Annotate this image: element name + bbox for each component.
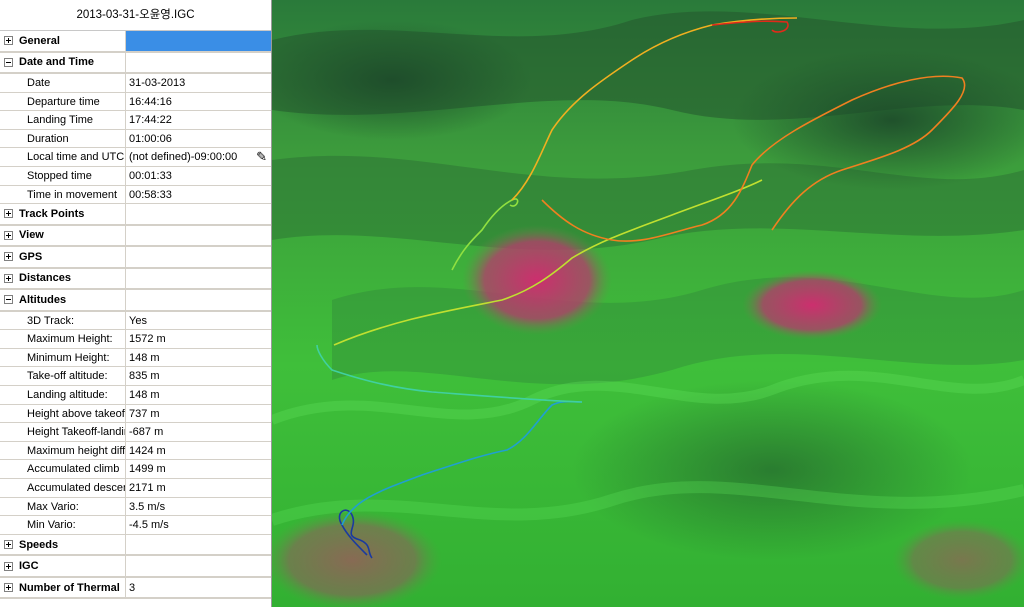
property-key: Height Takeoff-landir xyxy=(0,423,126,441)
expand-icon[interactable] xyxy=(4,583,13,593)
property-row-accumulated-climb[interactable]: Accumulated climb 1499 m xyxy=(0,460,271,479)
collapse-icon[interactable] xyxy=(4,295,13,305)
expand-icon[interactable] xyxy=(4,540,13,550)
property-row-maximum-height-difference[interactable]: Maximum height differ 1424 m xyxy=(0,441,271,461)
category-number-of-thermals[interactable]: Number of Thermal 3 xyxy=(0,577,271,600)
property-row-time-in-movement[interactable]: Time in movement 00:58:33 xyxy=(0,185,271,205)
property-row-max-vario[interactable]: Max Vario: 3.5 m/s xyxy=(0,497,271,517)
category-date-time[interactable]: Date and Time xyxy=(0,52,271,74)
property-row-minimum-height[interactable]: Minimum Height: 148 m xyxy=(0,348,271,368)
property-row-3d-track[interactable]: 3D Track: Yes xyxy=(0,311,271,331)
3d-terrain-view[interactable] xyxy=(272,0,1024,607)
terrain-pink-area xyxy=(462,225,612,335)
expand-icon[interactable] xyxy=(4,36,13,46)
property-key: Height above takeoff xyxy=(0,404,126,423)
category-label: IGC xyxy=(19,560,39,573)
property-value: 3.5 m/s xyxy=(129,500,166,513)
category-altitudes[interactable]: Altitudes xyxy=(0,290,271,312)
property-key: Date xyxy=(0,74,126,92)
property-key: Departure time xyxy=(0,92,126,111)
property-value: 737 m xyxy=(129,407,160,420)
property-key: Landing altitude: xyxy=(0,386,126,404)
property-row-height-above-takeoff[interactable]: Height above takeoff 737 m xyxy=(0,404,271,424)
property-key: Stopped time xyxy=(0,166,126,185)
property-grid: General Date and Time Date 31-03-2013 De… xyxy=(0,31,271,600)
property-value: 00:01:33 xyxy=(129,169,172,182)
property-row-height-takeoff-landing[interactable]: Height Takeoff-landir -687 m xyxy=(0,423,271,442)
property-key: Landing Time xyxy=(0,111,126,129)
property-key: Minimum Height: xyxy=(0,348,126,367)
expand-icon[interactable] xyxy=(4,230,13,240)
category-gps[interactable]: GPS xyxy=(0,247,271,269)
category-label: View xyxy=(19,229,44,242)
property-row-duration[interactable]: Duration 01:00:06 xyxy=(0,129,271,149)
category-general[interactable]: General xyxy=(0,31,271,53)
property-key: Maximum height differ xyxy=(0,441,126,460)
properties-panel: 2013-03-31-오윤영.IGC General Date and Time… xyxy=(0,0,272,607)
property-key: Min Vario: xyxy=(0,516,126,534)
property-row-accumulated-descent[interactable]: Accumulated descen 2171 m xyxy=(0,479,271,498)
property-row-takeoff-altitude[interactable]: Take-off altitude: 835 m xyxy=(0,367,271,387)
property-value: 00:58:33 xyxy=(129,188,172,201)
property-value: Yes xyxy=(129,314,147,327)
property-value: 148 m xyxy=(129,389,160,402)
category-label: Altitudes xyxy=(19,293,67,306)
property-row-landing-altitude[interactable]: Landing altitude: 148 m xyxy=(0,386,271,405)
category-track-points[interactable]: Track Points xyxy=(0,204,271,226)
category-value xyxy=(126,31,271,51)
property-key: Time in movement xyxy=(0,185,126,204)
terrain-canvas[interactable] xyxy=(272,0,1024,607)
terrain-pink-area xyxy=(742,270,882,340)
property-key: Duration xyxy=(0,129,126,148)
panel-title: 2013-03-31-오윤영.IGC xyxy=(0,0,271,31)
property-key: Take-off altitude: xyxy=(0,367,126,386)
property-key: Local time and UTC d xyxy=(0,148,126,166)
property-value: 148 m xyxy=(129,351,160,364)
category-label: GPS xyxy=(19,250,43,263)
property-value: 835 m xyxy=(129,370,160,383)
property-value: 2171 m xyxy=(129,482,166,494)
property-value: 1499 m xyxy=(129,463,166,476)
property-value: 1424 m xyxy=(129,444,166,457)
property-value: 16:44:16 xyxy=(129,95,172,108)
property-row-landing-time[interactable]: Landing Time 17:44:22 xyxy=(0,111,271,130)
category-label: Track Points xyxy=(19,207,85,220)
category-label: Number of Thermal xyxy=(19,581,120,594)
property-key: Maximum Height: xyxy=(0,330,126,348)
category-label: General xyxy=(19,34,60,47)
property-key: Accumulated descen xyxy=(0,479,126,497)
expand-icon[interactable] xyxy=(4,209,13,219)
property-row-departure-time[interactable]: Departure time 16:44:16 xyxy=(0,92,271,112)
category-igc[interactable]: IGC xyxy=(0,556,271,578)
pencil-icon[interactable]: ✎ xyxy=(256,150,267,164)
category-label: Speeds xyxy=(19,538,59,551)
collapse-icon[interactable] xyxy=(4,57,13,67)
category-speeds[interactable]: Speeds xyxy=(0,534,271,557)
category-label: Distances xyxy=(19,272,71,285)
category-label: Date and Time xyxy=(19,56,94,69)
category-distances[interactable]: Distances xyxy=(0,268,271,291)
property-value: (not defined)-09:00:00 xyxy=(129,151,238,164)
property-value: -687 m xyxy=(129,426,164,439)
property-key: 3D Track: xyxy=(0,311,126,330)
property-key: Max Vario: xyxy=(0,497,126,516)
category-view[interactable]: View xyxy=(0,225,271,248)
property-row-stopped-time[interactable]: Stopped time 00:01:33 xyxy=(0,166,271,186)
property-value: -4.5 m/s xyxy=(129,519,169,532)
category-value: 3 xyxy=(129,581,136,594)
property-value: 17:44:22 xyxy=(129,114,172,127)
property-row-local-time-utc[interactable]: Local time and UTC d (not defined)-09:00… xyxy=(0,148,271,167)
property-row-maximum-height[interactable]: Maximum Height: 1572 m xyxy=(0,330,271,349)
property-key: Accumulated climb xyxy=(0,460,126,478)
expand-icon[interactable] xyxy=(4,561,13,571)
property-value: 1572 m xyxy=(129,333,166,346)
property-value: 31-03-2013 xyxy=(129,77,186,89)
expand-icon[interactable] xyxy=(4,273,13,283)
expand-icon[interactable] xyxy=(4,252,13,262)
property-row-date[interactable]: Date 31-03-2013 xyxy=(0,74,271,93)
property-row-min-vario[interactable]: Min Vario: -4.5 m/s xyxy=(0,516,271,535)
property-value: 01:00:06 xyxy=(129,132,172,145)
